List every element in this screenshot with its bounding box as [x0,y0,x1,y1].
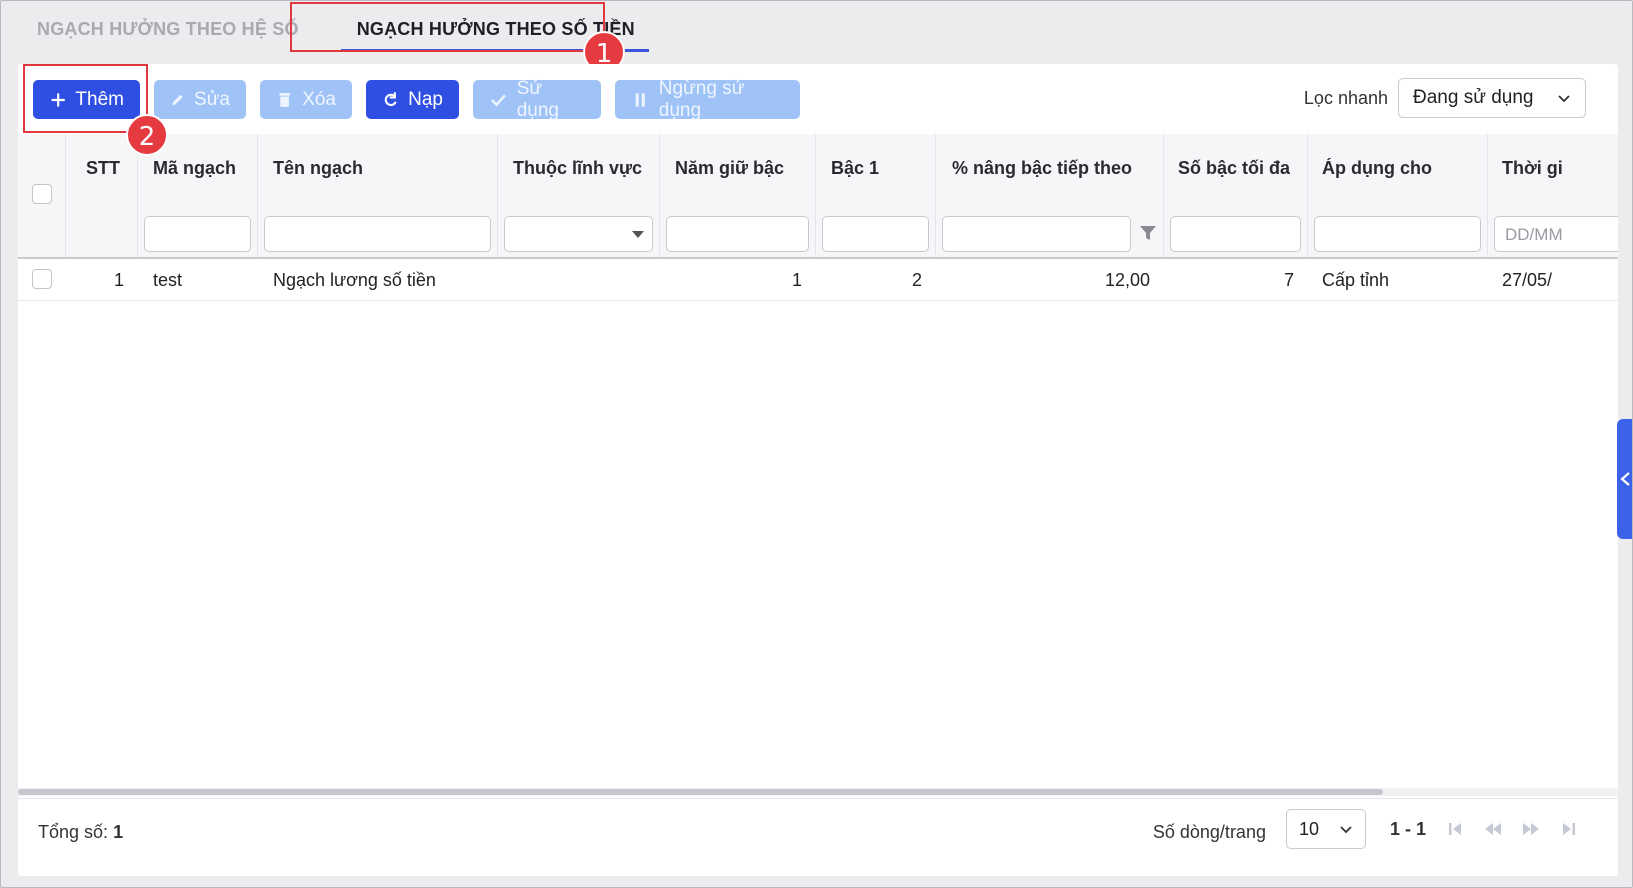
cell-stt: 1 [113,270,124,290]
side-panel-toggle[interactable] [1617,419,1632,539]
filter-code-input[interactable] [144,216,251,252]
quick-filter-label: Lọc nhanh [1303,87,1388,108]
edit-button[interactable]: Sửa [154,80,246,119]
filter-name-input[interactable] [264,216,491,252]
use-button[interactable]: Sử dụng [473,77,601,121]
page-range: 1 - 1 [1389,818,1426,839]
cell-name: Ngạch lương số tiền [273,270,436,290]
row-checkbox[interactable] [32,269,52,289]
cell-years: 1 [791,270,802,290]
trash-icon [279,92,290,107]
filter-time-placeholder: DD/MM [1505,225,1563,244]
rows-per-page-value: 10 [1298,818,1319,839]
filter-time-input[interactable]: DD/MM [1494,216,1618,252]
cell-level1: 2 [911,270,922,290]
annotation-box-tab [290,2,605,52]
header-max-level: Số bậc tối đa [1164,134,1308,257]
delete-button-label: Xóa [302,88,336,110]
header-field: Thuộc lĩnh vực [498,134,660,257]
chevron-down-icon [1558,95,1570,103]
filter-percent-input[interactable] [942,216,1131,252]
pause-icon [635,92,645,107]
cell-percent: 12,00 [1104,270,1150,290]
first-page-icon[interactable] [1446,820,1464,838]
filter-years-input[interactable] [666,216,809,252]
table-row[interactable]: 1 test Ngạch lương số tiền 1 2 12,00 7 C… [18,259,1618,301]
rows-per-page-label: Số dòng/trang [1152,821,1266,842]
caret-down-icon [632,231,644,238]
quick-filter-select[interactable]: Đang sử dụng [1398,78,1586,118]
scrollbar-thumb[interactable] [18,789,1383,795]
delete-button[interactable]: Xóa [260,80,352,119]
header-time: Thời gi DD/MM [1488,134,1618,257]
cell-time: 27/05/ [1502,270,1553,290]
annotation-badge-2: 2 [126,114,168,156]
select-all-checkbox[interactable] [32,184,52,204]
reload-button-label: Nạp [408,88,443,110]
stop-use-button-label: Ngừng sử dụng [658,77,745,121]
reload-button[interactable]: Nạp [366,80,459,119]
quick-filter: Lọc nhanh Đang sử dụng [1304,78,1586,118]
filter-icon[interactable] [1139,224,1157,242]
filter-max-level-input[interactable] [1170,216,1301,252]
rows-per-page-select[interactable]: 10 [1285,809,1366,849]
check-icon [490,94,506,106]
filter-field-select[interactable] [504,216,653,252]
cell-apply: Cấp tỉnh [1322,270,1390,290]
header-level1: Bậc 1 [816,134,936,257]
grid-footer: Tổng số: 1 Số dòng/trang 10 1 - 1 [18,798,1618,876]
header-percent: % nâng bậc tiếp theo [936,134,1164,257]
tab-ngach-he-so[interactable]: NGẠCH HƯỞNG THEO HỆ SỐ [7,7,323,52]
header-years: Năm giữ bậc [660,134,816,257]
quick-filter-value: Đang sử dụng [1413,87,1534,108]
total-count: Tổng số: 1 [38,822,124,842]
refresh-icon [384,91,397,106]
app-window: NGẠCH HƯỞNG THEO HỆ SỐ NGẠCH HƯỞNG THEO … [0,0,1633,888]
filter-apply-input[interactable] [1314,216,1481,252]
use-button-label: Sử dụng [516,77,559,121]
filter-level1-input[interactable] [822,216,929,252]
main-panel: Thêm Sửa Xóa Nạp Sử dụng Ngừng sử dụng L… [18,64,1618,876]
next-page-icon[interactable] [1522,820,1540,838]
chevron-down-icon [1340,826,1352,834]
header-name: Tên ngạch [258,134,498,257]
header-apply: Áp dụng cho [1308,134,1488,257]
header-select-all [18,134,66,257]
cell-max-level: 7 [1283,270,1294,290]
chevron-left-icon [1620,472,1630,486]
cell-code: test [153,270,183,290]
horizontal-scrollbar[interactable] [18,788,1618,796]
header-stt: STT [66,134,138,257]
prev-page-icon[interactable] [1484,820,1502,838]
stop-use-button[interactable]: Ngừng sử dụng [615,77,800,121]
last-page-icon[interactable] [1560,820,1578,838]
data-grid: STT Mã ngạch Tên ngạch Thuộc lĩnh vực Nă… [18,134,1618,301]
pagination: Số dòng/trang 10 1 - 1 [1153,809,1578,849]
total-count-value: 1 [113,822,124,842]
table-header: STT Mã ngạch Tên ngạch Thuộc lĩnh vực Nă… [18,134,1618,259]
pencil-icon [172,94,183,105]
edit-button-label: Sửa [194,88,230,110]
